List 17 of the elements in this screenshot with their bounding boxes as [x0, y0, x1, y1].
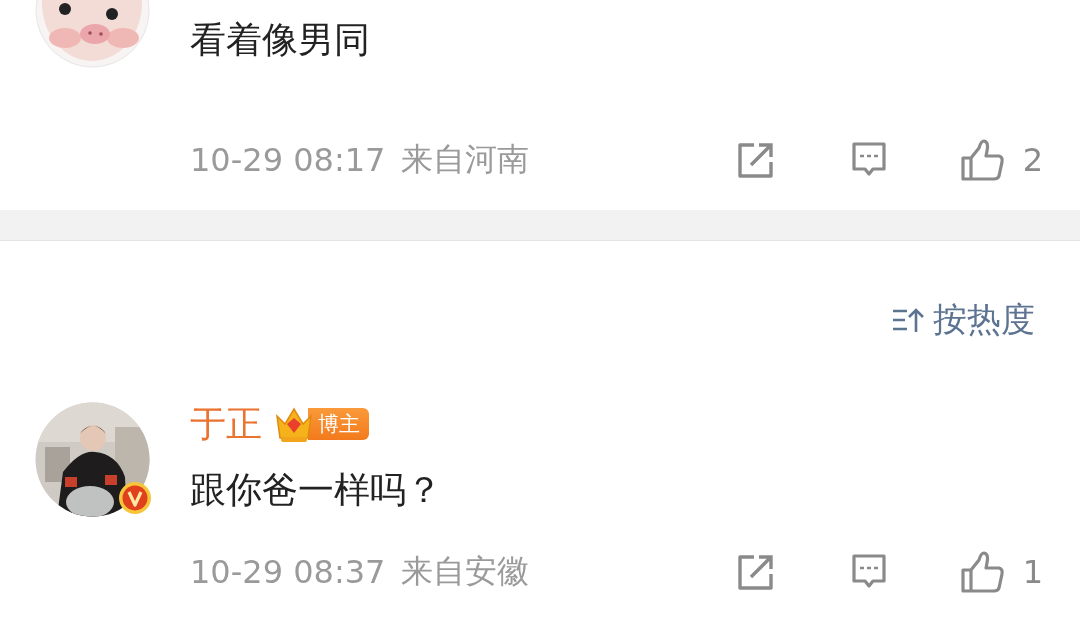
- like-icon[interactable]: [958, 550, 1005, 594]
- sort-button[interactable]: 按热度: [891, 295, 1035, 345]
- share-icon[interactable]: [735, 552, 776, 592]
- comment-location: 来自安徽: [401, 551, 530, 592]
- comment-time: 10-29 08:17: [190, 141, 386, 179]
- like-count: 1: [1022, 553, 1043, 591]
- sort-icon: [891, 306, 925, 334]
- comment-location: 来自河南: [401, 139, 530, 180]
- share-icon[interactable]: [735, 140, 776, 180]
- verified-badge-icon: [118, 481, 152, 515]
- comment-text: 看着像男同: [190, 18, 371, 62]
- author-name[interactable]: 于正: [190, 399, 262, 449]
- comment-time: 10-29 08:37: [190, 553, 386, 591]
- comment-text: 跟你爸一样吗？: [190, 468, 443, 512]
- like-count: 2: [1022, 141, 1043, 179]
- like-icon[interactable]: [958, 138, 1005, 182]
- blogger-badge: 博主: [308, 408, 369, 440]
